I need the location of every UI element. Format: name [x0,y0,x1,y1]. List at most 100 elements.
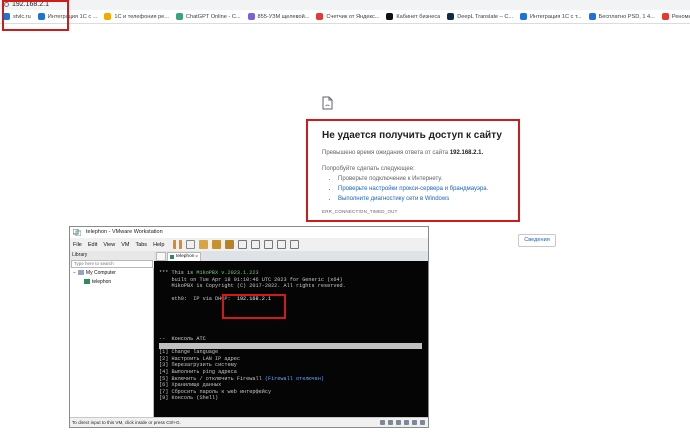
menu-edit[interactable]: Edit [85,242,100,248]
details-button[interactable]: Сведения [518,234,556,247]
console-menu-separator [159,342,422,350]
bookmark-favicon-icon [447,13,455,20]
bookmark-favicon-icon [588,13,596,20]
library-toggle-icon[interactable] [238,240,248,249]
tree-item-my-computer[interactable]: − My Computer [70,268,153,277]
console-banner: *** This is MikoPBX v.2023.1.223 [159,270,428,277]
vm-console[interactable]: *** This is MikoPBX v.2023.1.223 built o… [154,261,428,417]
tree-label-telephon: telephon [92,278,112,285]
suggestion-diagnostics-link[interactable]: Выполните диагностику сети в Windows [338,194,517,204]
tab-telephon-label: telephon [176,254,195,259]
vmware-window: telephon - VMware Workstation File Edit … [69,226,429,428]
bookmark-favicon-icon [316,13,324,20]
library-header: Library [70,251,154,260]
cdrom-icon[interactable] [388,420,393,425]
bookmark-item[interactable]: Реноме [659,11,690,23]
network-icon[interactable] [396,420,401,425]
console-view-icon[interactable] [290,240,300,249]
console-menu-item-9: [9] Консоль (Shell) [159,395,219,402]
thumbnail-icon[interactable] [251,240,261,249]
error-content: Не удается получить доступ к сайту Превы… [322,130,517,214]
error-title: Не удается получить доступ к сайту [322,130,502,141]
address-url[interactable]: 192.168.2.1 [4,0,49,10]
bookmark-item[interactable]: 855-УЗМ щелевой... [245,11,314,23]
tab-telephon[interactable]: telephon × [167,252,201,261]
bookmark-item[interactable]: Кабинет бизнеса [383,11,444,23]
console-menu-item-1: [1] Change language [159,349,219,356]
info-icon[interactable] [4,1,9,7]
bookmark-item[interactable]: Интеграция 1С с т... [517,11,586,23]
fullscreen-icon[interactable] [264,240,274,249]
menu-tabs[interactable]: Tabs [132,242,150,248]
close-tab-icon[interactable]: × [195,253,198,261]
bookmark-label: 855-УЗМ щелевой... [257,13,310,20]
bookmark-label: Интеграция 1С с ... [47,13,98,20]
bookmark-label: DeepL Translate – С... [457,13,514,20]
bookmark-favicon-icon [3,13,10,20]
snapshot-icon[interactable] [199,240,209,249]
console-built-line: built on Tue Apr 18 01:10:46 UTC 2023 fo… [159,276,343,283]
menu-file[interactable]: File [70,242,85,248]
address-url-text[interactable]: 192.168.2.1 [12,1,49,8]
hdd-icon[interactable] [380,420,385,425]
console-menu-item-4: [4] Выполнить ping адреса [159,368,237,375]
console-firewall-status: (Firewall отключен) [264,375,324,382]
vmware-title: telephon - VMware Workstation [86,229,163,235]
bookmark-item[interactable]: stvlc.ru [0,11,35,23]
pause-icon[interactable] [173,240,183,249]
tree-item-telephon[interactable]: telephon [70,277,153,286]
vm-tab-icon [170,255,174,259]
bookmark-item[interactable]: Счетчик от Яндекс... [313,11,383,23]
try-label: Попробуйте сделать следующее: [322,166,415,172]
sound-icon[interactable] [412,420,417,425]
bookmark-favicon-icon [247,13,255,20]
bookmark-item[interactable]: 1С и телефония ре... [101,11,173,23]
console-menu-item-2: [2] Настроить LAN IP адрес [159,355,240,362]
suggestion-proxy-link[interactable]: Проверьте настройки прокси-сервера и бра… [338,184,517,194]
status-text: To direct input to this VM, click inside… [72,420,181,425]
bookmark-item[interactable]: ChatGPT Online - С... [173,11,245,23]
vmware-titlebar[interactable]: telephon - VMware Workstation [70,227,428,238]
console-eth-label: eth0: IP via DHCP: [159,296,237,303]
unity-icon[interactable] [277,240,287,249]
menu-view[interactable]: View [100,242,118,248]
send-ctrl-alt-del-icon[interactable] [186,240,196,249]
vmware-logo-icon [73,229,81,236]
library-search-input[interactable]: Type here to search [71,260,153,268]
device-icons [377,420,425,425]
error-code: ERR_CONNECTION_TIMED_OUT [322,209,398,214]
home-tab[interactable] [156,252,166,261]
console-menu-title: -- Консоль АТС [159,335,212,342]
menu-vm[interactable]: VM [118,242,132,248]
bookmark-label: Кабинет бизнеса [396,13,441,20]
bookmark-favicon-icon [37,13,45,20]
console-eth-line: eth0: IP via DHCP: 192.168.2.1 [159,296,428,303]
computer-icon [77,270,84,275]
usb-icon[interactable] [404,420,409,425]
screenshot-root: 192.168.2.1 stvlc.ru Интеграция 1С с ... 1… [0,0,690,436]
bookmark-favicon-icon [661,13,669,20]
bookmarks-bar: stvlc.ru Интеграция 1С с ... 1С и телефони… [0,10,690,24]
error-host: 192.168.2.1. [449,150,484,156]
address-bar[interactable]: 192.168.2.1 [0,0,690,10]
vm-icon [84,279,90,284]
bookmark-item[interactable]: DeepL Translate – С... [444,11,517,23]
suggestion-item: Проверьте подключение к Интернету. [338,174,517,184]
manage-snapshots-icon[interactable] [225,240,235,249]
console-copyright-line: MikoPBX is Copyright (C) 2017-2022. All … [159,283,346,290]
console-firewall-label: [5] Включить / отключить Firewall [159,375,265,382]
display-icon[interactable] [420,420,425,425]
bookmark-item[interactable]: Бесплатно PSD, 1 4... [586,11,659,23]
console-menu-item-5: [5] Включить / отключить Firewall (Firew… [159,376,428,383]
error-subtitle-text: Превышено время ожидания ответа от сайта [322,150,449,156]
vmware-statusbar: To direct input to this VM, click inside… [70,417,428,427]
bookmark-label: Интеграция 1С с т... [530,13,582,20]
console-eth-ip: 192.168.2.1 [236,296,272,303]
console-version: MikoPBX v.2023.1.223 [196,270,259,276]
bookmark-favicon-icon [520,13,528,20]
console-banner-prefix: *** This is [159,270,197,276]
bookmark-item[interactable]: Интеграция 1С с ... [35,11,102,23]
console-menu-item-7: [7] Сбросить пароль к web интерфейсу [159,388,272,395]
menu-help[interactable]: Help [150,242,167,248]
revert-snapshot-icon[interactable] [212,240,222,249]
